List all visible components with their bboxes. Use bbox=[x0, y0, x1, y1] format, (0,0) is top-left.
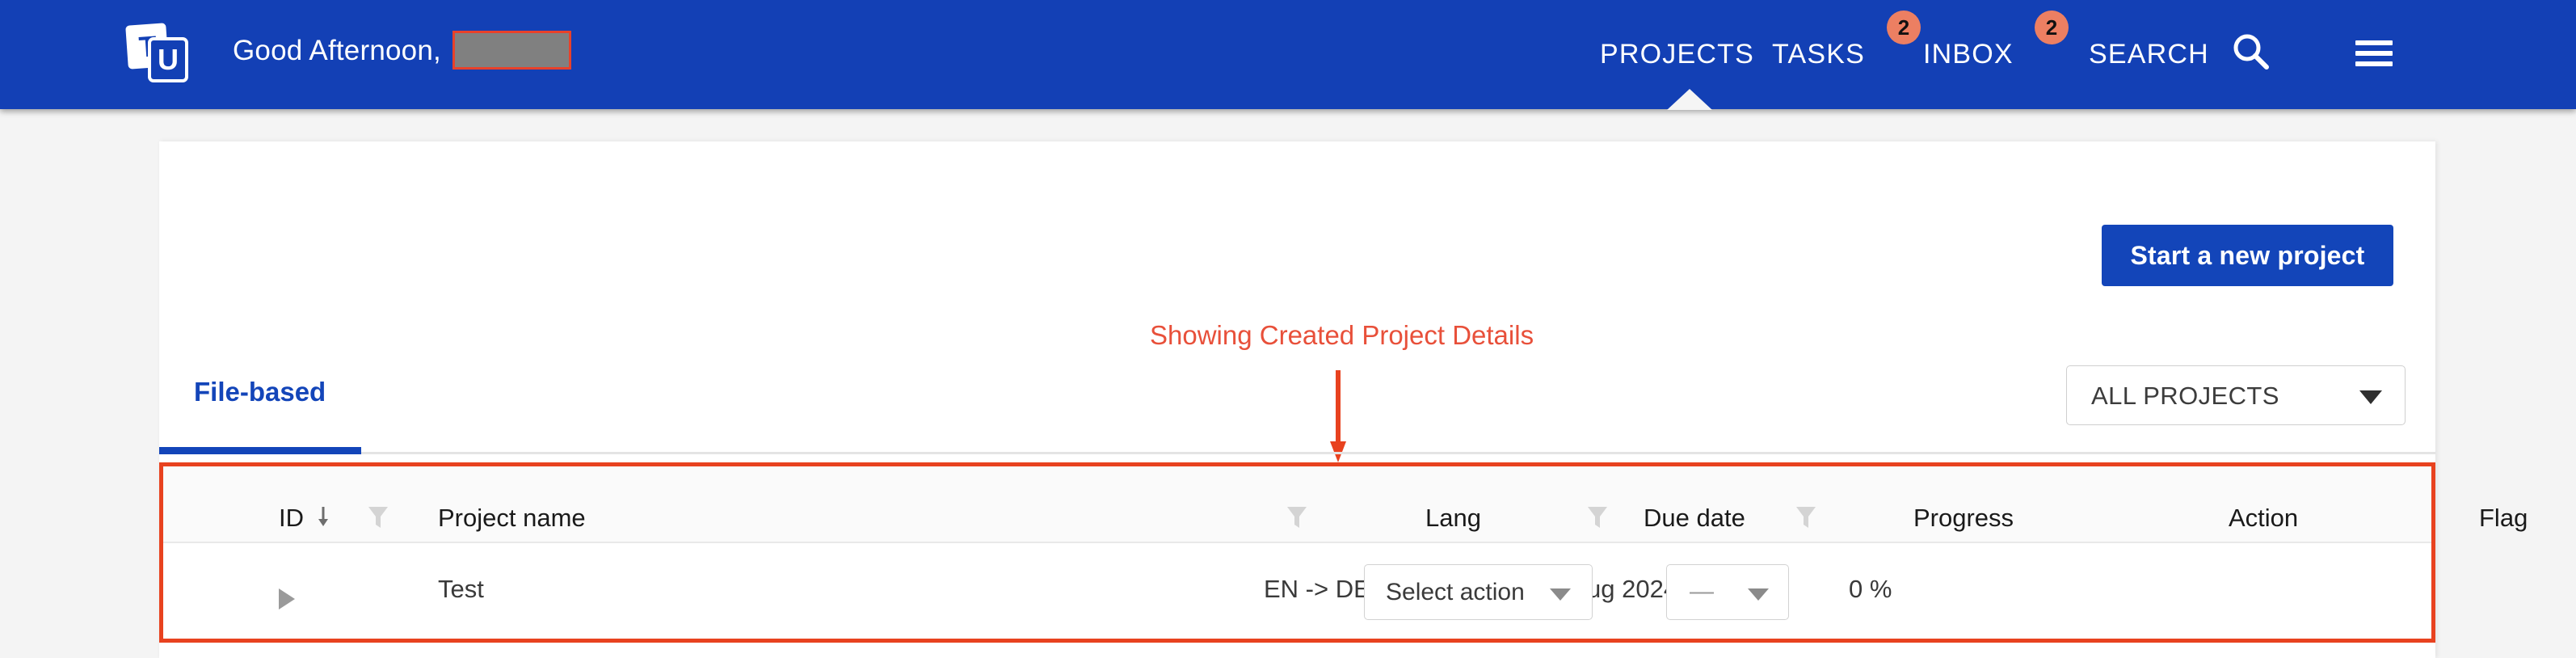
select-action-value: Select action bbox=[1386, 579, 1525, 605]
tab-rail-divider bbox=[159, 452, 2435, 454]
app-root: T U Good Afternoon, PROJECTS TASKS 2 INB… bbox=[0, 0, 2576, 658]
tab-active-underline bbox=[159, 447, 361, 454]
filter-funnel-icon-due-date[interactable] bbox=[1795, 505, 1816, 529]
search-icon[interactable] bbox=[2230, 31, 2272, 73]
column-header-action[interactable]: Action bbox=[2229, 504, 2298, 533]
nav-item-projects[interactable]: PROJECTS bbox=[1600, 39, 1754, 70]
tu-logo-icon[interactable]: T U bbox=[125, 23, 190, 87]
down-arrow-annotation-icon bbox=[1330, 370, 1346, 463]
chevron-down-icon bbox=[1550, 588, 1571, 601]
project-filter-dropdown[interactable]: ALL PROJECTS bbox=[2066, 365, 2406, 425]
nav-item-inbox[interactable]: INBOX bbox=[1923, 39, 2014, 70]
table-row: Test EN -> DE, PL 05 Aug 2024 0 % Select… bbox=[163, 545, 2431, 637]
hamburger-bar-1 bbox=[2355, 40, 2393, 45]
hamburger-bar-2 bbox=[2355, 51, 2393, 56]
hamburger-menu-icon[interactable] bbox=[2355, 40, 2393, 66]
tasks-badge: 2 bbox=[1887, 11, 1921, 44]
filter-funnel-icon-id[interactable] bbox=[368, 505, 389, 529]
active-nav-pointer-icon bbox=[1667, 89, 1712, 110]
inbox-badge: 2 bbox=[2035, 11, 2069, 44]
sort-down-arrow-icon[interactable] bbox=[317, 506, 330, 527]
cell-project-name: Test bbox=[438, 575, 484, 603]
column-header-progress[interactable]: Progress bbox=[1913, 504, 2014, 533]
column-header-id[interactable]: ID bbox=[279, 504, 304, 533]
tab-file-based[interactable]: File-based bbox=[194, 377, 326, 407]
nav-item-tasks[interactable]: TASKS bbox=[1772, 39, 1865, 70]
chevron-down-icon bbox=[1748, 588, 1769, 601]
project-filter-value: ALL PROJECTS bbox=[2091, 382, 2279, 410]
cell-progress: 0 % bbox=[1849, 575, 1892, 603]
chevron-down-icon bbox=[2359, 390, 2382, 404]
logo-letter-u: U bbox=[158, 43, 179, 76]
arrow-shaft bbox=[1336, 370, 1341, 445]
hamburger-bar-3 bbox=[2355, 61, 2393, 66]
column-header-lang[interactable]: Lang bbox=[1425, 504, 1481, 533]
filter-funnel-icon-lang[interactable] bbox=[1587, 505, 1608, 529]
expand-row-triangle-icon[interactable] bbox=[279, 588, 295, 609]
annotation-label: Showing Created Project Details bbox=[1150, 320, 1534, 350]
projects-table: ID Project name Lang Due date Progress A… bbox=[159, 462, 2528, 643]
flag-value: — bbox=[1690, 578, 1714, 605]
column-header-project-name[interactable]: Project name bbox=[438, 504, 586, 533]
column-header-due-date[interactable]: Due date bbox=[1644, 504, 1745, 533]
username-redacted-box bbox=[452, 31, 571, 70]
select-action-dropdown[interactable]: Select action bbox=[1364, 564, 1593, 620]
column-header-flag[interactable]: Flag bbox=[2479, 504, 2528, 533]
start-new-project-button[interactable]: Start a new project bbox=[2102, 225, 2393, 286]
filter-funnel-icon-project-name[interactable] bbox=[1286, 505, 1307, 529]
app-header: T U Good Afternoon, PROJECTS TASKS 2 INB… bbox=[0, 0, 2576, 109]
greeting-text: Good Afternoon, bbox=[233, 35, 441, 66]
nav-item-search[interactable]: SEARCH bbox=[2089, 39, 2209, 70]
flag-dropdown[interactable]: — bbox=[1666, 564, 1789, 620]
table-header-row: ID Project name Lang Due date Progress A… bbox=[163, 466, 2528, 543]
